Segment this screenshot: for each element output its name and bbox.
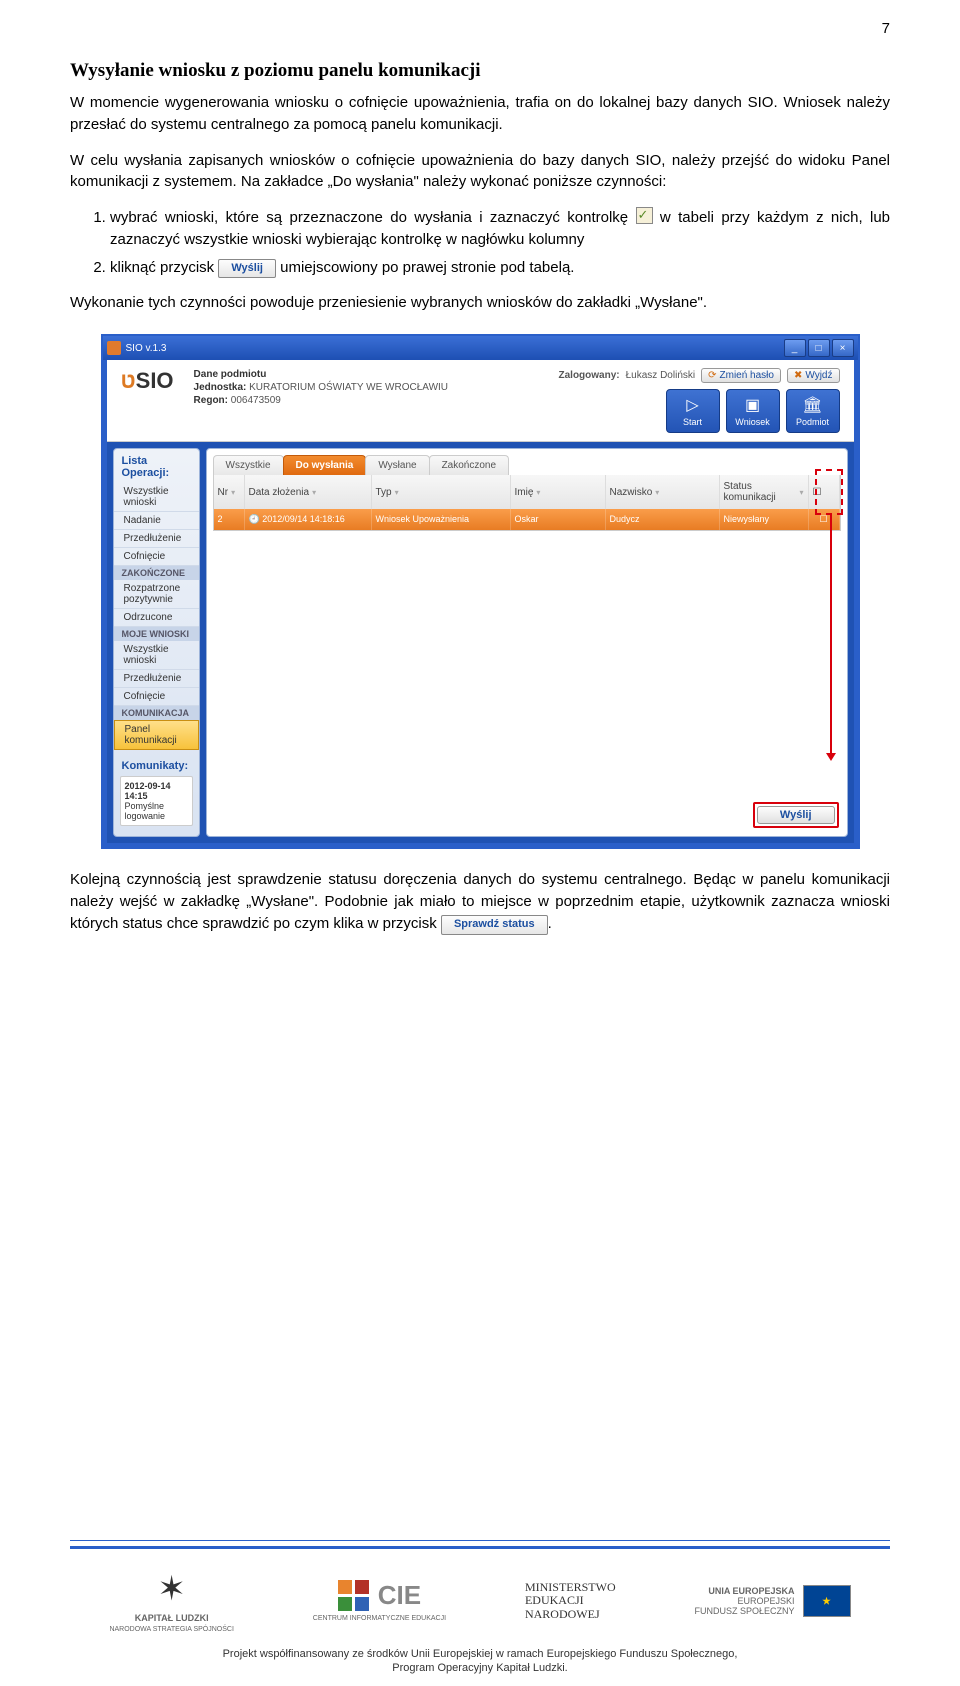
- step1-text-a: wybrać wnioski, które są przeznaczone do…: [110, 209, 636, 226]
- logo-kapital-ludzki: ✶ KAPITAŁ LUDZKINARODOWA STRATEGIA SPÓJN…: [109, 1569, 233, 1633]
- send-button[interactable]: Wyślij: [757, 806, 835, 824]
- step2-text-b: umiejscowiony po prawej stronie pod tabe…: [280, 259, 574, 276]
- paragraph-4: Kolejną czynnością jest sprawdzenie stat…: [70, 869, 890, 934]
- paragraph-3: Wykonanie tych czynności powoduje przeni…: [70, 292, 890, 314]
- arrow-annotation: [830, 513, 832, 753]
- side-item[interactable]: Wszystkie wnioski: [114, 483, 199, 512]
- step-2: kliknąć przycisk Wyślij umiejscowiony po…: [110, 257, 890, 279]
- highlight-box: [815, 469, 843, 515]
- step2-text-a: kliknąć przycisk: [110, 259, 218, 276]
- page-number: 7: [882, 20, 890, 37]
- screenshot-window: SIO v.1.3 _ □ × טSIO Dane podmiotu Jedno…: [101, 334, 860, 849]
- paragraph-2: W celu wysłania zapisanych wniosków o co…: [70, 150, 890, 194]
- side-group: ZAKOŃCZONE: [114, 566, 199, 580]
- tab-wszystkie[interactable]: Wszystkie: [213, 455, 284, 475]
- minimize-button[interactable]: _: [784, 339, 806, 357]
- titlebar: SIO v.1.3 _ □ ×: [103, 334, 858, 360]
- app-icon: [107, 341, 121, 355]
- logged-user: Łukasz Doliński: [626, 370, 695, 381]
- side-item-panel-komunikacji[interactable]: Panel komunikacji: [114, 720, 199, 750]
- step-1: wybrać wnioski, które są przeznaczone do…: [110, 207, 890, 251]
- tab-wyslane[interactable]: Wysłane: [365, 455, 429, 475]
- logo: טSIO: [121, 368, 174, 394]
- side-item[interactable]: Cofnięcie: [114, 548, 199, 566]
- logo-men: MINISTERSTWOEDUKACJINARODOWEJ: [525, 1581, 616, 1621]
- table-header: Nr▾ Data złożenia▾ Typ▾ Imię▾ Nazwisko▾ …: [214, 475, 840, 509]
- sprawdz-status-button: Sprawdź status: [441, 915, 548, 935]
- side-item[interactable]: Przedłużenie: [114, 530, 199, 548]
- logged-label: Zalogowany:: [559, 370, 620, 381]
- tab-do-wyslania[interactable]: Do wysłania: [283, 455, 367, 475]
- nav-podmiot[interactable]: 🏛Podmiot: [786, 389, 840, 433]
- sidebar-header: Lista Operacji:: [114, 455, 199, 479]
- logo-cie: CIE CENTRUM INFORMATYCZNE EDUKACJI: [313, 1580, 446, 1622]
- table-row[interactable]: 2 🕘 2012/09/14 14:18:16 Wniosek Upoważni…: [214, 509, 840, 530]
- nav-start[interactable]: ▷Start: [666, 389, 720, 433]
- close-button[interactable]: ×: [832, 339, 854, 357]
- logout-button[interactable]: ✖Wyjdź: [787, 368, 840, 383]
- tab-zakonczone[interactable]: Zakończone: [429, 455, 509, 475]
- side-item[interactable]: Cofnięcie: [114, 688, 199, 706]
- side-item[interactable]: Nadanie: [114, 512, 199, 530]
- change-password-button[interactable]: ⟳Zmień hasło: [701, 368, 781, 383]
- side-item[interactable]: Przedłużenie: [114, 670, 199, 688]
- wyslij-inline-button: Wyślij: [218, 259, 276, 279]
- logo-ue: UNIA EUROPEJSKAEUROPEJSKIFUNDUSZ SPOŁECZ…: [695, 1585, 851, 1617]
- side-item[interactable]: Rozpatrzone pozytywnie: [114, 580, 199, 609]
- header-info: Dane podmiotu Jednostka: KURATORIUM OŚWI…: [194, 368, 448, 407]
- side-item[interactable]: Odrzucone: [114, 609, 199, 627]
- window-title: SIO v.1.3: [126, 343, 167, 354]
- side-group: KOMUNIKACJA: [114, 706, 199, 720]
- komunikat: 2012-09-14 14:15 Pomyślne logowanie: [120, 776, 193, 826]
- content-area: Wszystkie Do wysłania Wysłane Zakończone…: [206, 448, 848, 837]
- send-button-highlight: Wyślij: [753, 802, 839, 828]
- checkbox-icon: [636, 207, 653, 224]
- footer-logos: ✶ KAPITAŁ LUDZKINARODOWA STRATEGIA SPÓJN…: [0, 1559, 960, 1643]
- footer-text: Projekt współfinansowany ze środków Unii…: [0, 1643, 960, 1686]
- footer-separator: [70, 1540, 890, 1549]
- paragraph-1: W momencie wygenerowania wniosku o cofni…: [70, 92, 890, 136]
- side-group: MOJE WNIOSKI: [114, 627, 199, 641]
- heading: Wysyłanie wniosku z poziomu panelu komun…: [70, 60, 890, 82]
- maximize-button[interactable]: □: [808, 339, 830, 357]
- nav-wniosek[interactable]: ▣Wniosek: [726, 389, 780, 433]
- komunikaty-header: Komunikaty:: [114, 760, 199, 772]
- side-item[interactable]: Wszystkie wnioski: [114, 641, 199, 670]
- sidebar: Lista Operacji: Wszystkie wnioski Nadani…: [113, 448, 200, 837]
